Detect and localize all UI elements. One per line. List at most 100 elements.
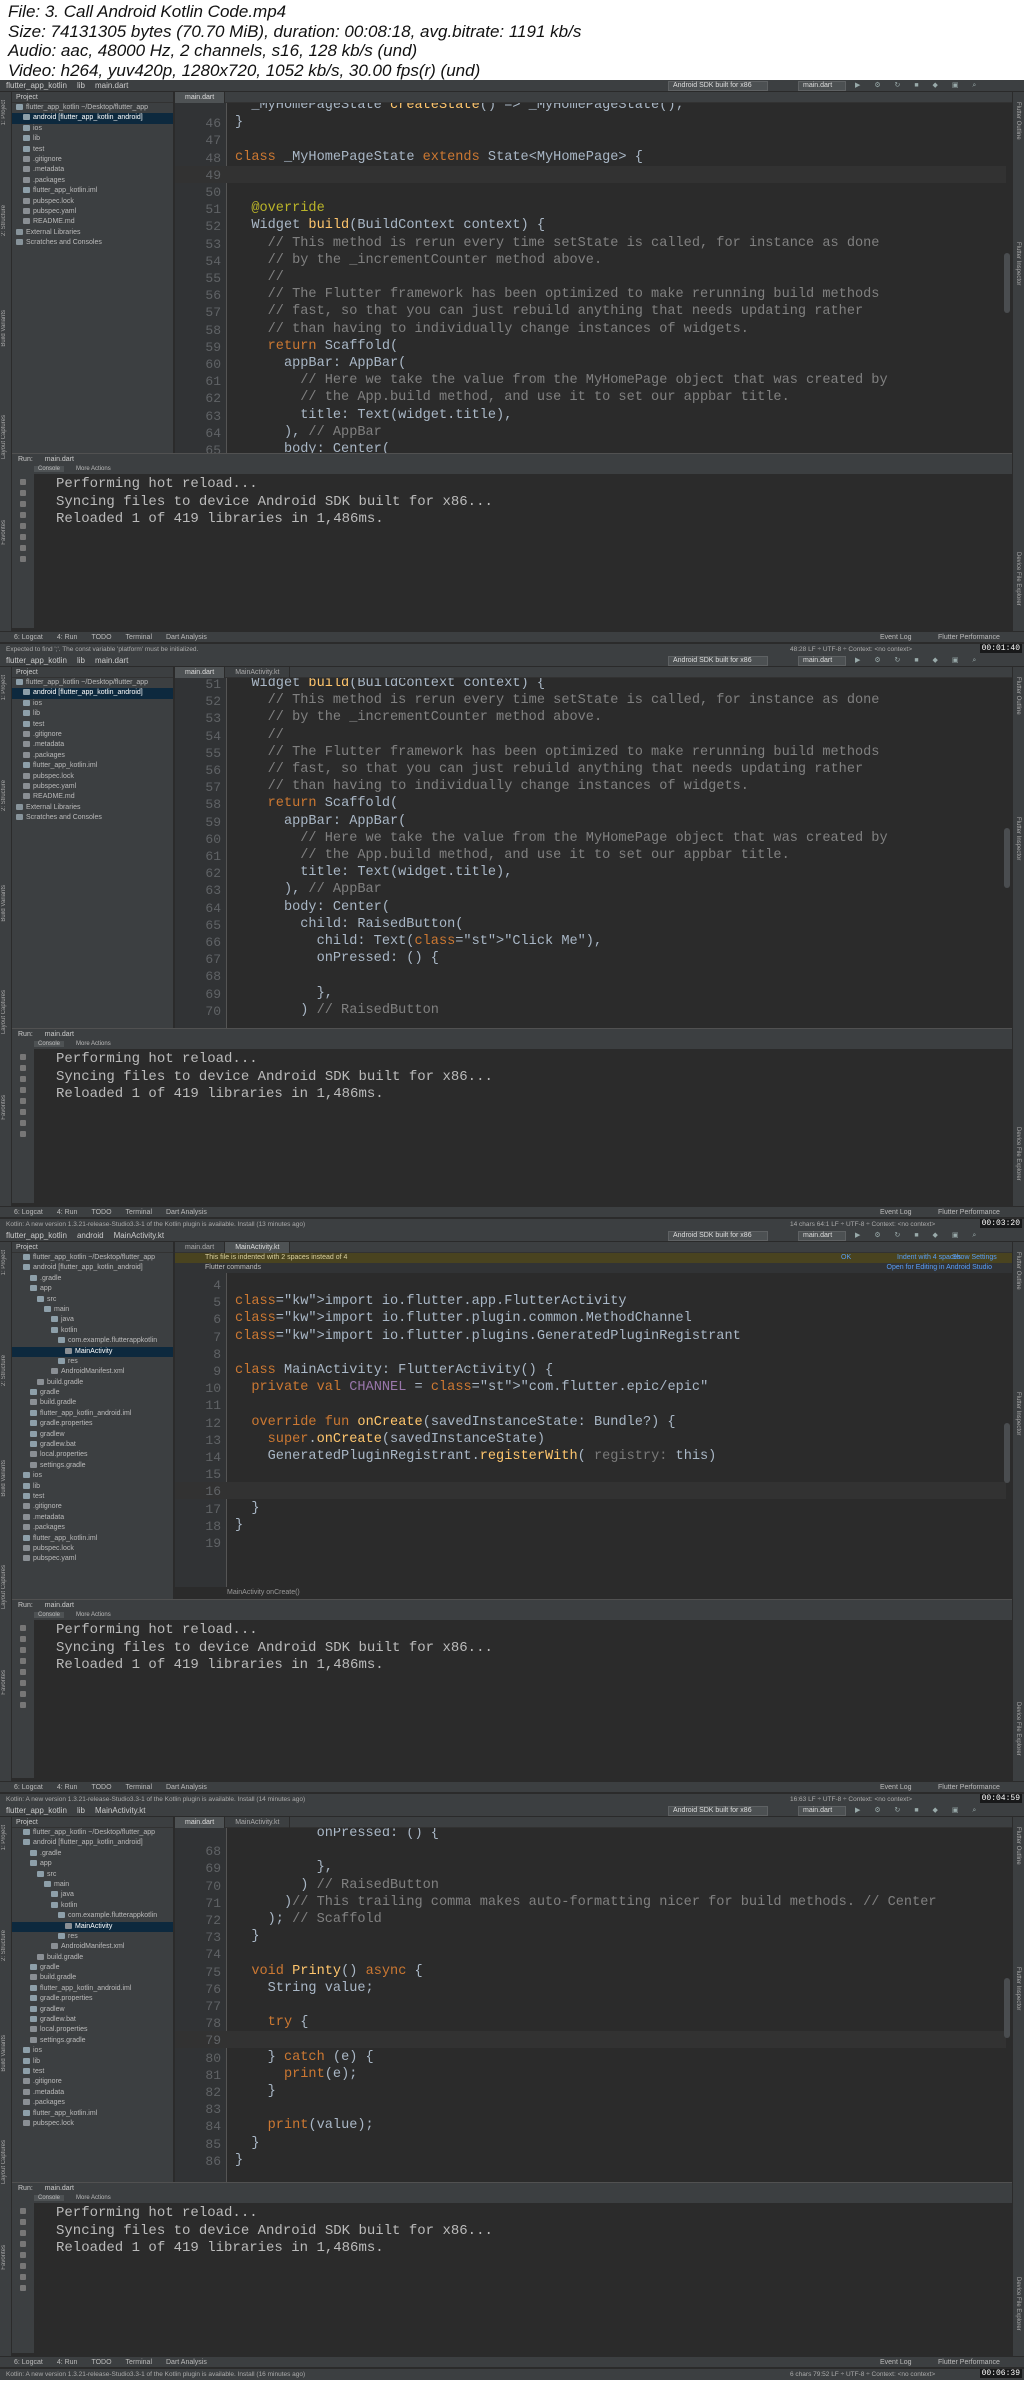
- bottom-tab[interactable]: 4: Run: [57, 2359, 78, 2366]
- status-position[interactable]: 14 chars 64:1 LF ÷ UTF-8 ÷ Context: <no …: [790, 1219, 935, 1230]
- left-strip-tab[interactable]: Layout Captures: [1, 415, 7, 459]
- run-tool-icon[interactable]: [20, 1109, 26, 1115]
- tab-main-dart[interactable]: main.dart: [175, 1242, 226, 1253]
- tree-item[interactable]: MainActivity: [12, 1921, 173, 1932]
- tree-item[interactable]: flutter_app_kotlin ~/Desktop/flutter_app: [12, 1828, 173, 1838]
- tree-item[interactable]: main: [12, 1305, 173, 1315]
- bottom-tab[interactable]: 4: Run: [57, 1209, 78, 1216]
- more-actions-button[interactable]: More Actions: [76, 466, 111, 472]
- editor-scrollbar[interactable]: [1004, 253, 1010, 313]
- breadcrumb-file[interactable]: main.dart: [95, 656, 128, 665]
- tab-mainactivity[interactable]: MainActivity.kt: [225, 1242, 291, 1253]
- run-tool-icon[interactable]: [20, 556, 26, 562]
- tree-item[interactable]: build.gradle: [12, 1973, 173, 1983]
- breadcrumb-file[interactable]: MainActivity.kt: [95, 1806, 146, 1815]
- run-tool-icon[interactable]: [20, 1120, 26, 1126]
- tree-item[interactable]: kotlin: [12, 1901, 173, 1911]
- tree-item[interactable]: flutter_app_kotlin_android.iml: [12, 1409, 173, 1419]
- status-message[interactable]: Expected to find ';'. The const variable…: [6, 646, 198, 653]
- run-tool-icon[interactable]: [20, 534, 26, 540]
- tree-item[interactable]: test: [12, 1492, 173, 1502]
- bottom-tab[interactable]: TODO: [91, 1784, 111, 1791]
- tree-item[interactable]: pubspec.lock: [12, 2119, 173, 2129]
- bottom-tab[interactable]: 6: Logcat: [14, 634, 43, 641]
- tree-item[interactable]: gradlew.bat: [12, 1440, 173, 1450]
- code-breadcrumb[interactable]: MainActivity onCreate(): [227, 1588, 300, 1598]
- right-strip-tab[interactable]: Flutter Inspector: [1015, 817, 1021, 860]
- notice-ok-link[interactable]: OK: [841, 1253, 851, 1263]
- run-config-selector[interactable]: main.dart: [798, 1806, 846, 1816]
- tree-item[interactable]: .packages: [12, 2098, 173, 2108]
- status-position[interactable]: 16:63 LF ÷ UTF-8 ÷ Context: <no context>: [790, 1794, 912, 1805]
- flutter-performance-tab[interactable]: Flutter Performance: [938, 1207, 1000, 1218]
- toolbar-icons[interactable]: ▶ ⚙ ↻ ■ ◆ ▣ ⌕: [855, 1232, 1015, 1240]
- device-selector[interactable]: Android SDK built for x86: [668, 81, 768, 91]
- run-tool-icon[interactable]: [20, 2241, 26, 2247]
- bottom-tab[interactable]: Dart Analysis: [166, 2359, 207, 2366]
- right-strip-tab[interactable]: Flutter Outline: [1015, 677, 1021, 715]
- tree-item[interactable]: test: [12, 720, 173, 730]
- bottom-tab[interactable]: TODO: [91, 1209, 111, 1216]
- run-config-selector[interactable]: main.dart: [798, 656, 846, 666]
- left-strip-tab[interactable]: 2: Structure: [1, 1930, 7, 1961]
- tab-mainactivity[interactable]: MainActivity.kt: [225, 667, 291, 678]
- tree-item[interactable]: settings.gradle: [12, 1461, 173, 1471]
- status-position[interactable]: 48:28 LF ÷ UTF-8 ÷ Context: <no context>: [790, 644, 912, 655]
- tree-item[interactable]: pubspec.yaml: [12, 782, 173, 792]
- left-strip-tab[interactable]: Build Variants: [1, 310, 7, 347]
- tree-item[interactable]: flutter_app_kotlin.iml: [12, 1534, 173, 1544]
- tree-item[interactable]: pubspec.lock: [12, 1544, 173, 1554]
- tree-item[interactable]: java: [12, 1890, 173, 1900]
- run-tool-icon[interactable]: [20, 1636, 26, 1642]
- breadcrumb-project[interactable]: flutter_app_kotlin: [6, 1806, 67, 1815]
- flutter-performance-tab[interactable]: Flutter Performance: [938, 632, 1000, 643]
- left-strip-tab[interactable]: Favorites: [1, 520, 7, 545]
- tree-item[interactable]: build.gradle: [12, 1378, 173, 1388]
- bottom-tab[interactable]: Terminal: [126, 634, 152, 641]
- left-strip-tab[interactable]: Layout Captures: [1, 2140, 7, 2184]
- tree-item[interactable]: .packages: [12, 1523, 173, 1533]
- right-strip-tab[interactable]: Device File Explorer: [1015, 552, 1021, 606]
- run-tool-icon[interactable]: [20, 490, 26, 496]
- tree-item[interactable]: build.gradle: [12, 1398, 173, 1408]
- flutter-commands-label[interactable]: Flutter commands: [205, 1264, 261, 1271]
- run-tool-icon[interactable]: [20, 545, 26, 551]
- tree-item[interactable]: src: [12, 1295, 173, 1305]
- event-log-tab[interactable]: Event Log: [880, 632, 912, 643]
- tree-item[interactable]: ios: [12, 2046, 173, 2056]
- left-strip-tab[interactable]: Layout Captures: [1, 990, 7, 1034]
- bottom-tab[interactable]: 6: Logcat: [14, 2359, 43, 2366]
- status-message[interactable]: Kotlin: A new version 1.3.21-release-Stu…: [6, 2371, 305, 2378]
- code-editor[interactable]: _MyHomePageState createState() => _MyHom…: [227, 103, 1006, 453]
- tree-item[interactable]: res: [12, 1357, 173, 1367]
- tree-item[interactable]: .gitignore: [12, 155, 173, 165]
- left-strip-tab[interactable]: 1: Project: [1, 1250, 7, 1275]
- bottom-tab[interactable]: TODO: [91, 2359, 111, 2366]
- device-selector[interactable]: Android SDK built for x86: [668, 656, 768, 666]
- run-tool-icon[interactable]: [20, 1131, 26, 1137]
- editor-scrollbar[interactable]: [1004, 828, 1010, 888]
- tree-item[interactable]: .metadata: [12, 165, 173, 175]
- console-tab[interactable]: Console: [34, 2195, 65, 2201]
- right-strip-tab[interactable]: Device File Explorer: [1015, 2277, 1021, 2331]
- tree-item[interactable]: flutter_app_kotlin ~/Desktop/flutter_app: [12, 103, 173, 113]
- tree-item[interactable]: pubspec.lock: [12, 197, 173, 207]
- console-tab[interactable]: Console: [34, 1612, 65, 1618]
- bottom-tab[interactable]: 6: Logcat: [14, 1209, 43, 1216]
- tree-item[interactable]: android [flutter_app_kotlin_android]: [12, 1838, 173, 1848]
- device-selector[interactable]: Android SDK built for x86: [668, 1806, 768, 1816]
- tree-item[interactable]: .gradle: [12, 1849, 173, 1859]
- left-strip-tab[interactable]: 2: Structure: [1, 1355, 7, 1386]
- run-tool-icon[interactable]: [20, 479, 26, 485]
- run-tool-icon[interactable]: [20, 1054, 26, 1060]
- breadcrumb-lib[interactable]: lib: [77, 81, 85, 90]
- left-strip-tab[interactable]: Build Variants: [1, 2035, 7, 2072]
- toolbar-icons[interactable]: ▶ ⚙ ↻ ■ ◆ ▣ ⌕: [855, 1807, 1015, 1815]
- toolbar-icons[interactable]: ▶ ⚙ ↻ ■ ◆ ▣ ⌕: [855, 82, 1015, 90]
- bottom-tab[interactable]: Terminal: [126, 1784, 152, 1791]
- tree-item[interactable]: pubspec.lock: [12, 772, 173, 782]
- left-strip-tab[interactable]: 1: Project: [1, 675, 7, 700]
- tree-item[interactable]: .metadata: [12, 2088, 173, 2098]
- tree-item[interactable]: flutter_app_kotlin.iml: [12, 761, 173, 771]
- tree-item[interactable]: build.gradle: [12, 1953, 173, 1963]
